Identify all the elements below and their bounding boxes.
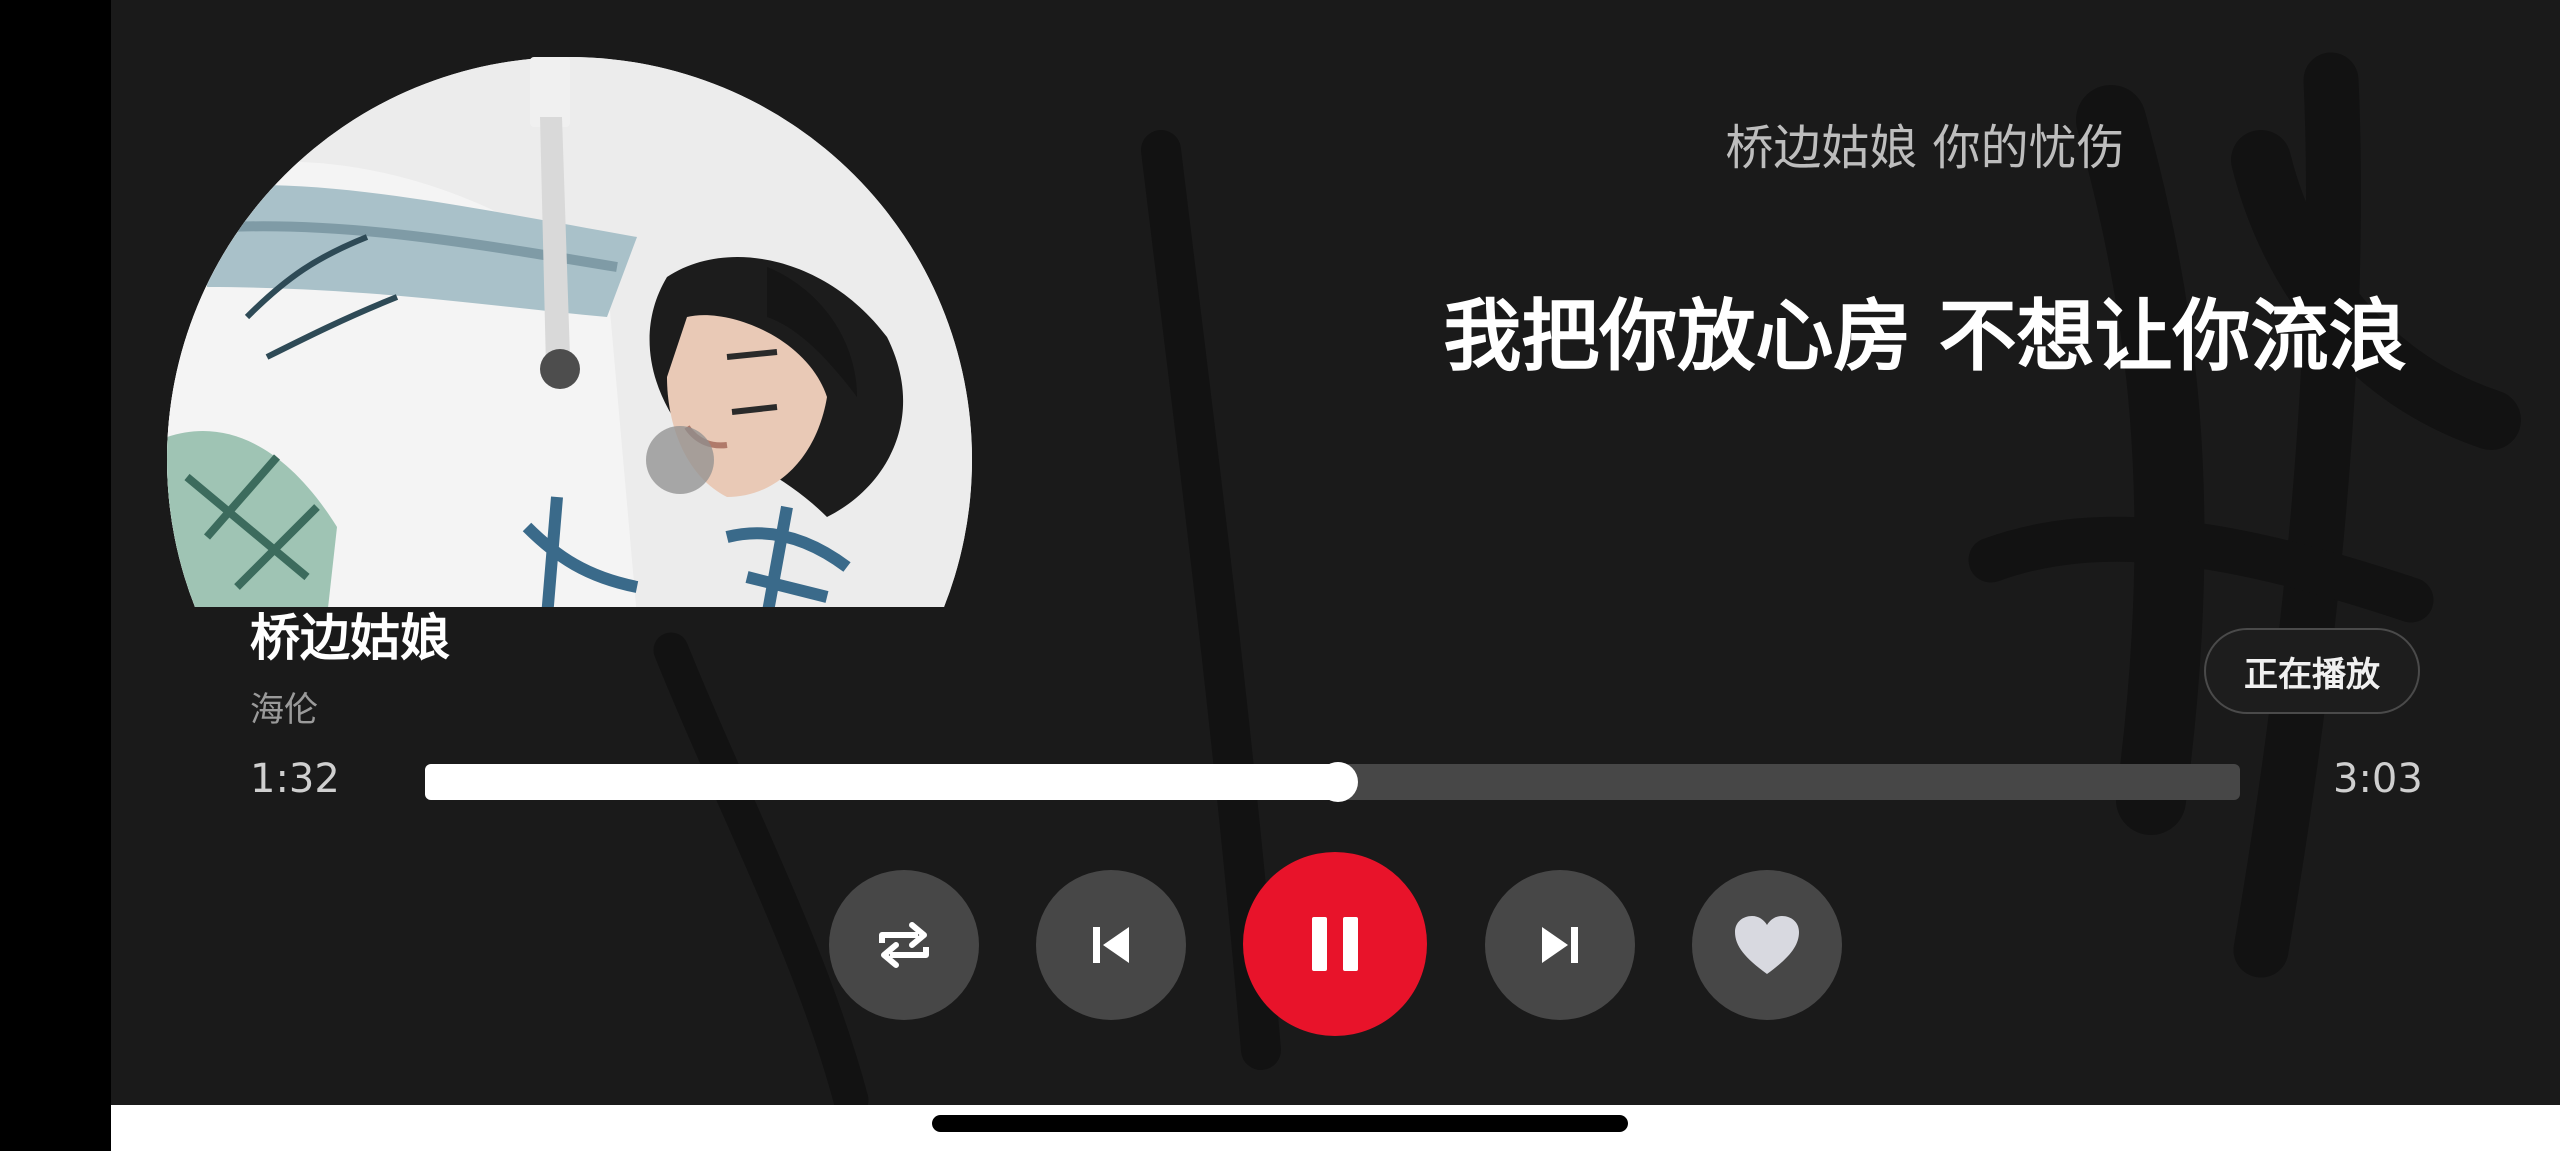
total-time: 3:03 <box>2333 756 2423 802</box>
skip-next-icon <box>1542 927 1578 963</box>
repeat-button[interactable] <box>829 870 979 1020</box>
elapsed-time: 1:32 <box>250 756 340 802</box>
left-black-bar <box>0 0 111 1151</box>
skip-previous-icon <box>1093 927 1129 963</box>
like-button[interactable] <box>1692 870 1842 1020</box>
tonearm-base-dot <box>646 426 714 494</box>
tonearm <box>530 57 580 389</box>
previous-button[interactable] <box>1036 870 1186 1020</box>
next-button[interactable] <box>1485 870 1635 1020</box>
home-indicator[interactable] <box>932 1115 1628 1132</box>
progress-thumb[interactable] <box>1317 762 1358 802</box>
progress-fill <box>425 764 1338 800</box>
heart-icon <box>1735 916 1799 974</box>
lyric-current-line: 我把你放心房 不想让你流浪 <box>1443 292 2407 382</box>
pause-icon <box>1312 917 1358 971</box>
progress-bar[interactable] <box>425 762 2240 802</box>
repeat-icon <box>879 922 929 968</box>
artist-name[interactable]: 海伦 <box>250 690 318 731</box>
lyric-previous-line: 桥边姑娘 你的忧伤 <box>1725 120 2125 176</box>
play-pause-button[interactable] <box>1243 852 1427 1036</box>
now-playing-button[interactable]: 正在播放 <box>2204 628 2420 714</box>
music-player-screen: 桥边姑娘 你的忧伤 我把你放心房 不想让你流浪 桥边姑娘 海伦 正在播放 1:3… <box>0 0 2560 1151</box>
song-title: 桥边姑娘 <box>250 609 450 667</box>
